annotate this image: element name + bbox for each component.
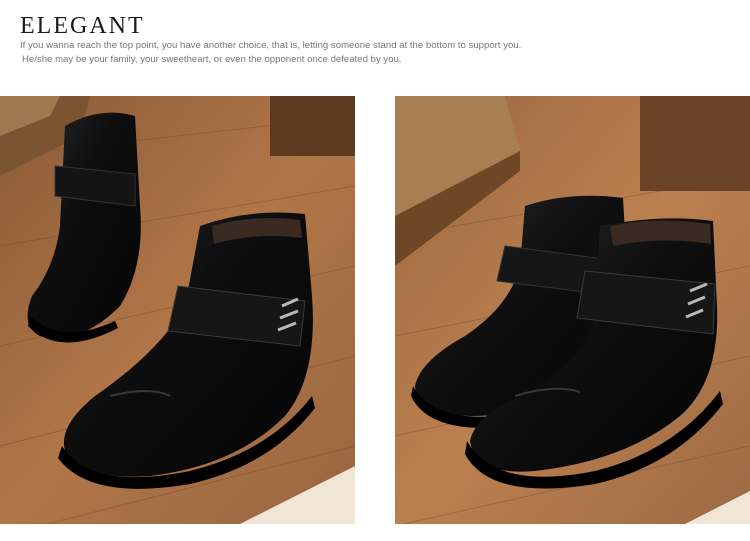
description-line-1: If you wanna reach the top point, you ha…	[20, 40, 522, 51]
description-line-2: He/she may be your family, your sweethea…	[22, 54, 402, 65]
page-title: ELEGANT	[20, 13, 145, 39]
product-photo-left	[0, 96, 355, 524]
product-photo-right	[395, 96, 750, 524]
